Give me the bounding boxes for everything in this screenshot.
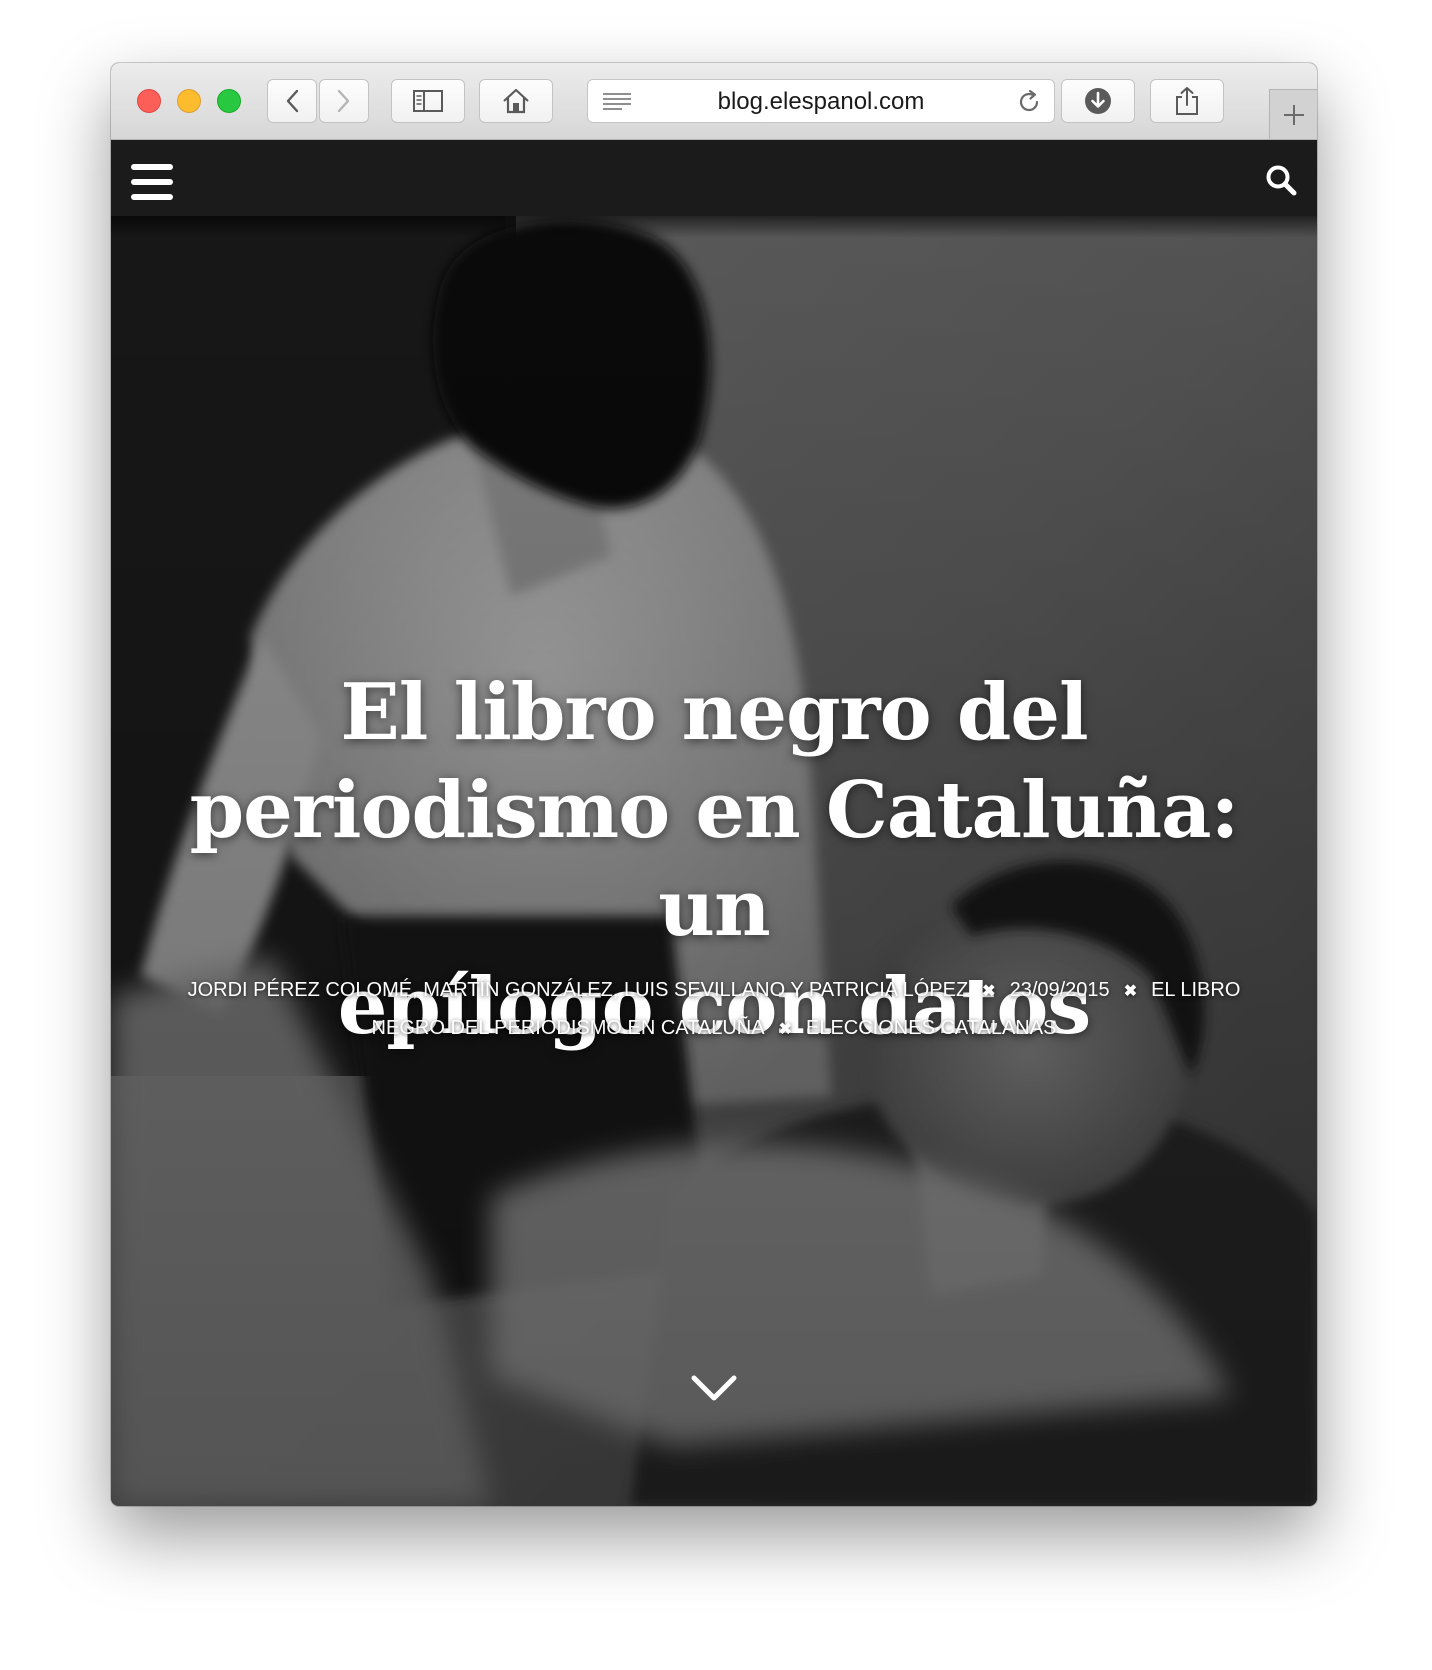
share-icon (1176, 87, 1198, 115)
new-tab-button[interactable] (1269, 89, 1317, 139)
new-tab-icon (1283, 104, 1304, 125)
home-button[interactable] (479, 79, 553, 123)
downloads-button[interactable] (1061, 79, 1135, 123)
downloads-icon (1085, 88, 1111, 114)
reload-icon[interactable] (1016, 89, 1042, 115)
close-window-button[interactable] (137, 89, 161, 113)
chevron-down-icon[interactable] (690, 1373, 738, 1403)
url-text[interactable]: blog.elespanol.com (588, 80, 1054, 124)
share-button[interactable] (1150, 79, 1224, 123)
browser-window: blog.elespanol.com El libro negro del pe… (111, 63, 1317, 1506)
article-meta: JORDI PÉREZ COLOMÉ, MARTÍN GONZÁLEZ, LUI… (171, 972, 1257, 1048)
zoom-window-button[interactable] (217, 89, 241, 113)
sidebar-button[interactable] (391, 79, 465, 123)
back-icon (286, 89, 299, 113)
article-hero: El libro negro del periodismo en Cataluña… (111, 216, 1317, 1506)
article-title-line-1: El libro negro del (340, 667, 1088, 758)
home-icon (503, 88, 529, 114)
sidebar-icon (413, 90, 443, 112)
article-authors[interactable]: JORDI PÉREZ COLOMÉ, MARTÍN GONZÁLEZ, LUI… (188, 979, 969, 1001)
article-title-line-2: periodismo en Cataluña: un (189, 765, 1240, 954)
article-category-link[interactable]: ELECCIONES CATALANAS (806, 1017, 1056, 1039)
nav-shadow (111, 216, 1317, 238)
forward-icon (337, 89, 350, 113)
minimize-window-button[interactable] (177, 89, 201, 113)
search-icon[interactable] (1265, 164, 1297, 196)
forward-button[interactable] (319, 79, 369, 123)
address-bar[interactable]: blog.elespanol.com (587, 79, 1055, 123)
meta-separator: ✖ (982, 983, 996, 1000)
browser-toolbar: blog.elespanol.com (111, 63, 1317, 140)
article-date: 23/09/2015 (1009, 979, 1110, 1001)
meta-separator: ✖ (1123, 983, 1138, 1000)
meta-separator: ✖ (778, 1021, 792, 1038)
site-navbar (111, 140, 1317, 216)
back-button[interactable] (267, 79, 317, 123)
menu-icon[interactable] (131, 164, 173, 200)
